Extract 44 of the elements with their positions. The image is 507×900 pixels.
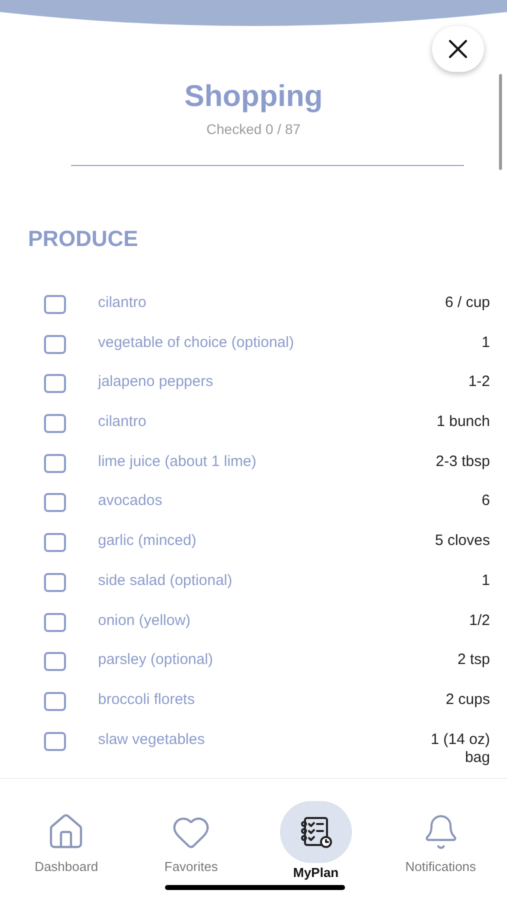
checkbox[interactable] — [44, 533, 66, 552]
item-name: onion (yellow) — [98, 612, 191, 630]
item-quantity: 5 cloves — [434, 532, 490, 550]
item-name: parsley (optional) — [98, 651, 214, 670]
checkbox[interactable] — [44, 334, 66, 354]
item-quantity: 1 — [480, 572, 490, 590]
checkbox[interactable] — [44, 454, 66, 473]
checkbox[interactable] — [44, 612, 66, 632]
item-name: cilantro — [98, 294, 146, 312]
item-quantity: 6 — [480, 492, 490, 510]
item-quantity: 2 cups — [444, 690, 490, 709]
checkbox[interactable] — [44, 572, 66, 592]
item-quantity: 1 bunch — [436, 413, 490, 432]
item-name: cilantro — [98, 413, 146, 432]
checkbox[interactable] — [44, 295, 66, 314]
close-button[interactable] — [432, 26, 484, 72]
checked-count: Checked 0 / 87 — [206, 120, 301, 139]
item-name: lime juice (about 1 lime) — [98, 452, 256, 471]
nav-tab[interactable]: Notifications — [378, 801, 503, 882]
checkbox[interactable] — [44, 374, 66, 394]
item-quantity: 6 / cup — [444, 294, 490, 312]
checkbox[interactable] — [44, 652, 66, 672]
checkbox[interactable] — [44, 732, 66, 751]
nav-tab[interactable]: Dashboard — [4, 801, 129, 882]
item-name: vegetable of choice (optional) — [98, 334, 294, 352]
item-quantity: 1/2 — [468, 612, 490, 630]
item-name: jalapeno peppers — [98, 373, 214, 392]
section-heading: PRODUCE — [28, 225, 140, 253]
item-quantity: 2 tsp — [456, 651, 490, 670]
item-quantity: 1-2 — [467, 373, 490, 392]
item-quantity: 2-3 tbsp — [434, 452, 490, 471]
item-name: broccoli florets — [98, 690, 195, 709]
checkbox[interactable] — [44, 692, 66, 711]
item-quantity: 1 (14 oz) bag — [430, 730, 490, 767]
nav-tab[interactable]: Favorites — [128, 801, 254, 882]
page-title: Shopping — [184, 79, 323, 115]
checkbox[interactable] — [44, 493, 66, 512]
nav-tab[interactable]: MyPlan — [254, 801, 378, 882]
item-name: slaw vegetables — [98, 730, 205, 749]
item-quantity: 1 — [480, 334, 490, 352]
item-name: avocados — [98, 492, 162, 510]
checkbox[interactable] — [44, 414, 66, 434]
item-name: garlic (minced) — [98, 532, 196, 550]
item-name: side salad (optional) — [98, 572, 232, 590]
